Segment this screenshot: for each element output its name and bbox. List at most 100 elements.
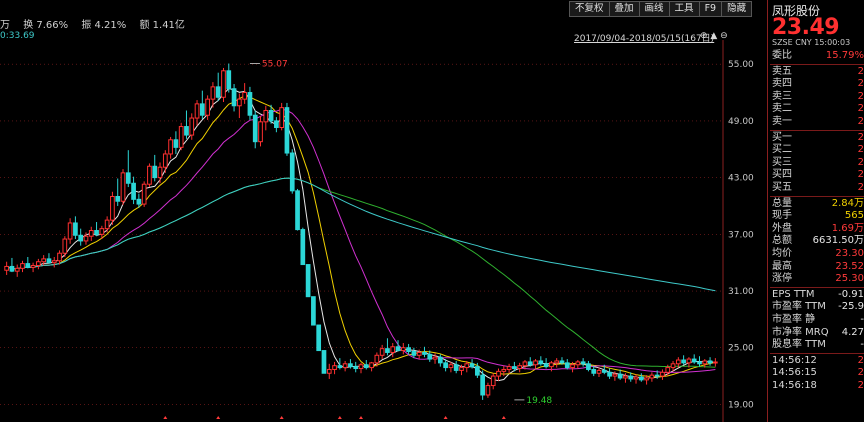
hide-button[interactable]: 隐藏	[721, 1, 753, 17]
candle	[448, 361, 454, 373]
candle	[406, 343, 411, 355]
ask-level-2-value: 2	[857, 103, 864, 115]
candle-body	[670, 363, 676, 369]
y-tick-label: 55.00	[728, 60, 754, 70]
candle-body	[374, 354, 380, 364]
candle-body	[173, 139, 179, 148]
candle-body	[369, 362, 374, 369]
candle	[697, 356, 702, 367]
candle	[326, 363, 332, 379]
y-axis: 55.00 49.00 43.00 37.00 31.00 25.00 19.00	[728, 60, 754, 410]
candle-body	[675, 359, 681, 365]
candle-body	[258, 121, 263, 143]
candle-body	[168, 139, 173, 155]
candle-body	[612, 373, 618, 377]
bid-level-2-label: 买二	[772, 144, 792, 156]
candle-body	[57, 252, 62, 262]
candle	[607, 368, 612, 379]
candle	[194, 100, 200, 126]
order-ratio-value: 15.79%	[825, 50, 864, 61]
stat-6-value: 25.30	[835, 273, 864, 285]
fin-2-label: 市盈率 静	[772, 314, 816, 325]
candle-body	[62, 238, 68, 254]
candle-body	[480, 374, 485, 396]
candlestick-chart[interactable]: 55.00 49.00 43.00 37.00 31.00 25.00 19.00 55.0…	[0, 40, 767, 422]
candle-body	[395, 346, 401, 352]
candle	[231, 84, 237, 112]
candle	[564, 359, 570, 370]
candle	[226, 63, 232, 93]
candle-body	[300, 229, 306, 266]
candle-body	[99, 228, 105, 235]
candle-body	[564, 362, 570, 369]
candle	[94, 222, 99, 237]
candle	[713, 358, 718, 367]
candle	[300, 227, 306, 266]
f9-button[interactable]: F9	[698, 1, 723, 17]
stat-3: 总额 6631.50万	[772, 235, 864, 247]
ask-level-3: 卖三 2	[772, 91, 864, 103]
candle	[9, 257, 15, 273]
candle-body	[9, 265, 15, 272]
candle-body	[88, 230, 94, 237]
candle-body	[104, 219, 110, 230]
ask-level-3-label: 卖三	[772, 90, 792, 102]
panel-separator	[770, 286, 864, 288]
candle-body	[686, 358, 692, 364]
candle-body	[342, 363, 348, 369]
candle	[289, 149, 295, 194]
bid-level-5: 买五 2	[772, 182, 864, 194]
candle-body	[363, 364, 369, 369]
annotations: 55.07 19.48	[249, 60, 552, 406]
candle	[120, 169, 126, 206]
candle-body	[279, 107, 285, 129]
tick-1: 14:56:15 2	[772, 367, 864, 379]
ask-level-1: 卖一 2	[772, 116, 864, 128]
candle	[490, 373, 496, 390]
candle	[88, 226, 94, 241]
bid-level-1-label: 买一	[772, 131, 792, 143]
candle-body	[517, 365, 523, 370]
candle-body	[570, 364, 575, 369]
candle	[533, 359, 538, 369]
candle-body	[226, 70, 232, 90]
tick-1-value: 2	[857, 367, 864, 379]
fin-3-label: 市净率 MRQ	[772, 326, 829, 338]
bid-level-3-label: 买三	[772, 156, 792, 168]
candle-body	[538, 360, 544, 365]
ask-level-2-label: 卖二	[772, 103, 792, 115]
fin-1-value: -25.9	[838, 301, 864, 313]
candle-body	[707, 360, 713, 364]
candle	[78, 228, 84, 246]
stat-5-label: 最高	[772, 260, 792, 272]
stat-1-value: 565	[844, 210, 864, 222]
candle	[252, 110, 258, 149]
bid-level-2-value: 2	[857, 144, 864, 156]
candle-body	[427, 353, 433, 360]
no-adjust-button[interactable]: 不复权	[569, 1, 610, 17]
stat-4-value: 23.30	[835, 248, 864, 259]
candle-body	[496, 370, 501, 377]
order-ratio: 委比 15.79%	[772, 50, 864, 62]
candle	[168, 136, 173, 159]
draw-line-button[interactable]: 画线	[638, 1, 670, 17]
candle	[358, 362, 364, 374]
tools-button[interactable]: 工具	[668, 1, 700, 17]
panel-separator	[770, 195, 864, 197]
candle	[4, 261, 9, 275]
candle-body	[237, 98, 242, 107]
candle-body	[289, 152, 295, 192]
bid-level-5-label: 买五	[772, 182, 792, 193]
bid-level-4-label: 买四	[772, 169, 792, 181]
candle	[649, 372, 655, 382]
candle-body	[157, 166, 163, 179]
ask-level-4-label: 卖四	[772, 78, 792, 90]
candle-body	[242, 92, 247, 100]
order-ratio-label: 委比	[772, 50, 792, 61]
candle-body	[485, 385, 491, 396]
candle	[199, 90, 205, 119]
candle-body	[691, 358, 697, 363]
event-marker	[359, 416, 363, 419]
candle	[305, 264, 311, 298]
overlay-button[interactable]: 叠加	[608, 1, 640, 17]
